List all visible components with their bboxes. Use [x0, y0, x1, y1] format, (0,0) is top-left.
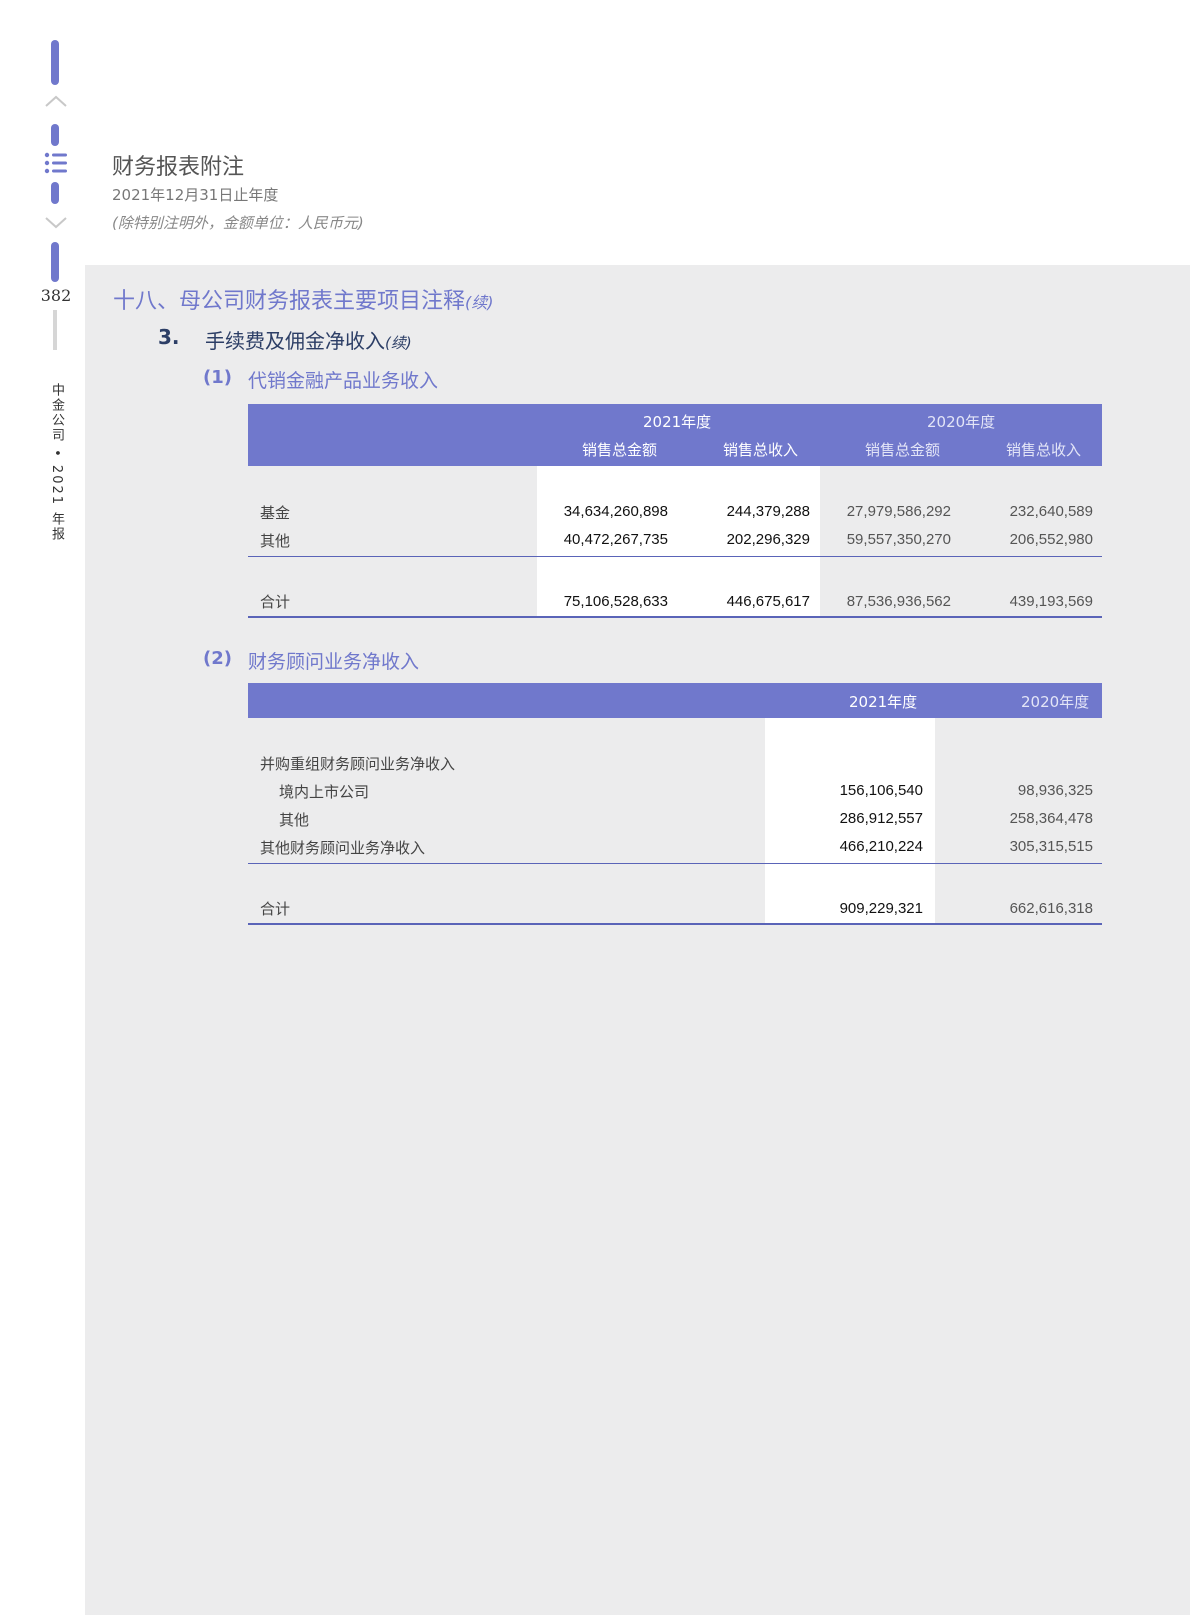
chevron-up-icon[interactable] — [44, 94, 68, 108]
table1-total-cell: 87,536,936,562 — [846, 593, 951, 610]
table2-total-label: 合计 — [260, 900, 291, 918]
table2-cell: 305,315,515 — [1009, 838, 1093, 855]
table2-cell: 466,210,224 — [839, 838, 923, 855]
section-title: 十八、母公司财务报表主要项目注释(续) — [113, 283, 494, 315]
table2-cell: 258,364,478 — [1009, 810, 1093, 827]
page-number: 382 — [40, 286, 72, 305]
item-cont: (续) — [385, 334, 412, 352]
side-navigation: 382 中金公司 • 2021 年报 — [0, 0, 85, 1615]
nav-bar-progress — [51, 242, 59, 282]
table2-cell: 156,106,540 — [839, 782, 923, 799]
table1-number: (1) — [203, 367, 232, 388]
table1-subtotal-rule — [248, 556, 1102, 557]
chevron-down-icon[interactable] — [44, 216, 68, 230]
table2-year-2020: 2020年度 — [1021, 693, 1090, 711]
table1-total-cell: 75,106,528,633 — [563, 593, 668, 610]
table1-cell: 202,296,329 — [726, 531, 810, 548]
table1-total-cell: 439,193,569 — [1009, 593, 1093, 610]
table2-header — [248, 683, 1102, 718]
nav-bar-lower — [51, 182, 59, 204]
table1-cell: 40,472,267,735 — [563, 531, 668, 548]
table1-col-income-2021: 销售总收入 — [723, 441, 799, 459]
table1-cell: 27,979,586,292 — [846, 503, 951, 520]
table1-total-label: 合计 — [260, 593, 291, 611]
table2-cell: 286,912,557 — [839, 810, 923, 827]
table1-cell: 34,634,260,898 — [563, 503, 668, 520]
table2-row-label: 其他 — [279, 811, 310, 829]
table1-cell: 206,552,980 — [1009, 531, 1093, 548]
table2-row-label: 境内上市公司 — [279, 783, 370, 801]
table1-title: 代销金融产品业务收入 — [248, 370, 439, 392]
item-title: 手续费及佣金净收入(续) — [205, 325, 412, 354]
table1-year-2021: 2021年度 — [643, 413, 712, 431]
table2-year-2021: 2021年度 — [849, 693, 918, 711]
table1-row-label: 其他 — [260, 532, 291, 550]
item-number: 3. — [158, 325, 180, 349]
table2-row-label: 并购重组财务顾问业务净收入 — [260, 755, 456, 773]
table1-year-2020: 2020年度 — [927, 413, 996, 431]
table1-row-label: 基金 — [260, 504, 291, 522]
page-title: 财务报表附注 — [112, 155, 245, 180]
table2-bottom-rule — [248, 923, 1102, 925]
item-title-text: 手续费及佣金净收入 — [205, 329, 385, 353]
section-cont: (续) — [465, 293, 494, 312]
table1-cell: 232,640,589 — [1009, 503, 1093, 520]
table2-cell: 98,936,325 — [1017, 782, 1093, 799]
table1-col-income-2020: 销售总收入 — [1006, 441, 1082, 459]
table1-cell: 244,379,288 — [726, 503, 810, 520]
page-divider — [53, 310, 57, 350]
period-text: 2021年12月31日止年度 — [112, 186, 279, 204]
table1-col-amount-2021: 销售总金额 — [582, 441, 658, 459]
table1-cell: 59,557,350,270 — [846, 531, 951, 548]
table2-row-label: 其他财务顾问业务净收入 — [260, 839, 426, 857]
table2-number: (2) — [203, 648, 232, 669]
table2-total-cell: 909,229,321 — [839, 900, 923, 917]
table1-col-amount-2020: 销售总金额 — [865, 441, 941, 459]
menu-list-icon[interactable] — [44, 152, 68, 174]
unit-note: (除特别注明外，金额单位：人民币元) — [112, 214, 364, 232]
section-title-text: 十八、母公司财务报表主要项目注释 — [113, 289, 466, 314]
report-name: 中金公司 • 2021 年报 — [49, 383, 64, 543]
table1-total-cell: 446,675,617 — [726, 593, 810, 610]
nav-bar-upper — [51, 124, 59, 146]
nav-bar-top — [51, 40, 59, 85]
table2-title: 财务顾问业务净收入 — [248, 651, 420, 673]
table2-subtotal-rule — [248, 863, 1102, 864]
table2-total-cell: 662,616,318 — [1009, 900, 1093, 917]
table1-bottom-rule — [248, 616, 1102, 618]
